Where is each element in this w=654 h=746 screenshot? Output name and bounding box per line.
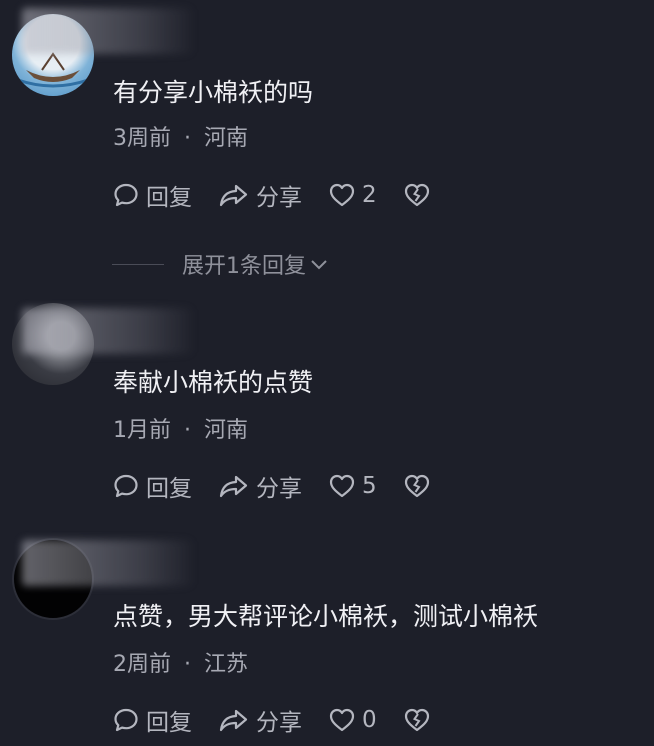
comment-meta: 1月前 · 河南 <box>113 412 248 444</box>
share-label: 分享 <box>256 185 302 211</box>
username-blurred <box>22 308 192 354</box>
expand-label: 展开1条回复 <box>182 254 306 279</box>
separator: · <box>184 652 191 677</box>
like-count: 0 <box>362 707 377 733</box>
share-arrow-icon <box>219 709 248 732</box>
reply-label: 回复 <box>146 710 192 736</box>
separator: · <box>184 126 191 151</box>
dislike-button[interactable] <box>403 472 431 500</box>
like-count: 2 <box>362 182 377 208</box>
comment-text: 有分享小棉袄的吗 <box>113 78 314 107</box>
timestamp: 2周前 <box>113 652 171 677</box>
location: 河南 <box>204 418 249 443</box>
separator: · <box>184 418 191 443</box>
action-bar: 回复 分享 5 <box>112 469 457 503</box>
username-blurred <box>22 540 192 586</box>
like-button[interactable]: 2 <box>328 181 377 209</box>
like-count: 5 <box>362 473 377 499</box>
share-arrow-icon <box>219 184 248 207</box>
comment-meta: 3周前 · 河南 <box>113 120 248 152</box>
timestamp: 1月前 <box>113 418 171 443</box>
broken-heart-icon <box>404 474 429 498</box>
reply-label: 回复 <box>146 476 192 502</box>
location: 江苏 <box>204 652 249 677</box>
share-button[interactable]: 分享 <box>218 703 302 737</box>
share-button[interactable]: 分享 <box>218 178 302 212</box>
share-button[interactable]: 分享 <box>218 469 302 503</box>
share-label: 分享 <box>256 476 302 502</box>
dislike-button[interactable] <box>403 706 431 734</box>
share-arrow-icon <box>219 475 248 498</box>
comment-bubble-icon <box>114 708 138 732</box>
timestamp: 3周前 <box>113 126 171 151</box>
broken-heart-icon <box>404 183 429 207</box>
chevron-down-icon <box>311 260 327 270</box>
like-button[interactable]: 0 <box>328 706 377 734</box>
reply-button[interactable]: 回复 <box>112 178 192 212</box>
action-bar: 回复 分享 2 <box>112 178 457 212</box>
action-bar: 回复 分享 0 <box>112 703 457 737</box>
comment-bubble-icon <box>114 183 138 207</box>
reply-button[interactable]: 回复 <box>112 703 192 737</box>
reply-button[interactable]: 回复 <box>112 469 192 503</box>
heart-icon <box>329 474 355 498</box>
heart-icon <box>329 183 355 207</box>
comment-text: 奉献小棉袄的点赞 <box>113 368 314 397</box>
comment-text: 点赞，男大帮评论小棉袄，测试小棉袄 <box>113 602 539 631</box>
username-blurred <box>22 8 192 54</box>
share-label: 分享 <box>256 710 302 736</box>
dislike-button[interactable] <box>403 181 431 209</box>
expand-replies[interactable]: 展开1条回复 <box>112 248 330 280</box>
comment-meta: 2周前 · 江苏 <box>113 646 248 678</box>
divider-line <box>112 263 164 265</box>
location: 河南 <box>204 126 249 151</box>
reply-label: 回复 <box>146 185 192 211</box>
heart-icon <box>329 708 355 732</box>
broken-heart-icon <box>404 708 429 732</box>
like-button[interactable]: 5 <box>328 472 377 500</box>
comment-bubble-icon <box>114 474 138 498</box>
